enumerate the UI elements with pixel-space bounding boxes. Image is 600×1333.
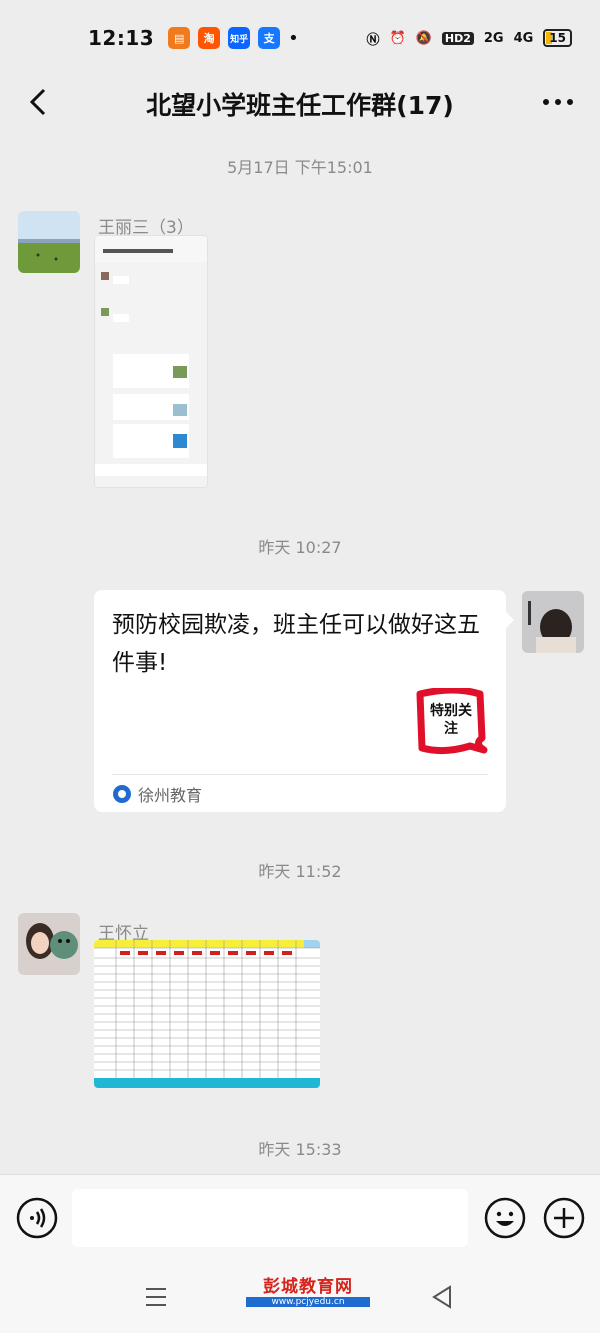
mute-icon: 🔕 (415, 30, 432, 46)
chat-header: 北望小学班主任工作群(17) (0, 76, 600, 132)
source-logo-icon (113, 785, 131, 803)
more-notifications-icon: • (288, 27, 299, 49)
input-bar (0, 1174, 600, 1260)
back-button[interactable] (20, 82, 60, 122)
voice-button[interactable] (16, 1197, 58, 1239)
emoji-button[interactable] (484, 1197, 526, 1239)
more-button[interactable] (538, 82, 578, 122)
article-source: 徐州教育 (112, 782, 202, 806)
chat-screenshot-thumbnail (95, 236, 207, 487)
article-card[interactable]: 预防校园欺凌，班主任可以做好这五件事! 特别关注 徐州教育 (94, 590, 514, 812)
avatar[interactable] (18, 913, 80, 975)
image-message-spreadsheet[interactable] (94, 940, 320, 1088)
message-input[interactable] (72, 1189, 468, 1247)
image-message-screenshot[interactable] (94, 235, 208, 488)
nfc-icon: Ⓝ (366, 32, 380, 48)
spreadsheet-thumbnail (94, 940, 320, 1088)
battery-icon: 15 (543, 29, 572, 47)
special-attention-badge: 特别关注 (414, 686, 488, 758)
my-avatar[interactable] (522, 591, 584, 653)
menu-nav-button[interactable] (144, 1286, 168, 1312)
zhihu-icon: 知乎 (228, 27, 251, 49)
signal-4g: 4G (513, 30, 534, 46)
alipay-icon: 支 (258, 27, 281, 49)
avatar-girl-image (18, 913, 80, 975)
avatar[interactable] (18, 211, 80, 273)
system-navigation: 彭城教育网 www.pcjyedu.cn (0, 1260, 600, 1333)
alarm-icon: ⏰ (389, 30, 406, 46)
message-timestamp: 昨天 11:52 (258, 862, 342, 881)
triangle-back-icon (432, 1285, 451, 1309)
watermark: 彭城教育网 www.pcjyedu.cn (246, 1272, 370, 1307)
watermark-title: 彭城教育网 (263, 1277, 353, 1297)
chat-title: 北望小学班主任工作群(17) (146, 91, 454, 120)
taobao-icon: 淘 (198, 27, 221, 49)
article-title: 预防校园欺凌，班主任可以做好这五件事! (112, 612, 480, 676)
menu-icon (146, 1288, 166, 1306)
battery-level: 15 (549, 31, 566, 45)
shop-app-icon: ▤ (168, 27, 191, 49)
card-divider (112, 774, 488, 775)
status-app-icons: ▤ 淘 知乎 支 • (168, 27, 299, 49)
status-time: 12:13 (88, 26, 155, 50)
badge-text: 特别关注 (430, 703, 472, 737)
message-timestamp: 昨天 10:27 (258, 538, 342, 557)
status-bar: 12:13 ▤ 淘 知乎 支 • Ⓝ ⏰ 🔕 HD2 2G 4G 15 (0, 0, 600, 76)
status-indicators: Ⓝ ⏰ 🔕 HD2 2G 4G 15 (366, 29, 572, 48)
hd-icon: HD2 (441, 31, 474, 45)
voice-icon (16, 1197, 58, 1239)
avatar-grassland-image (18, 211, 80, 273)
message-timestamp: 5月17日 下午15:01 (227, 158, 373, 177)
source-name: 徐州教育 (138, 786, 203, 805)
back-nav-button[interactable] (430, 1284, 454, 1314)
avatar-person-image (522, 591, 584, 653)
watermark-url: www.pcjyedu.cn (246, 1297, 370, 1307)
signal-2g: 2G (483, 30, 504, 46)
emoji-icon (484, 1197, 526, 1239)
plus-icon (543, 1197, 585, 1239)
message-timestamp: 昨天 15:33 (258, 1140, 342, 1159)
add-button[interactable] (543, 1197, 585, 1239)
more-icon (543, 99, 573, 105)
chevron-left-icon (29, 88, 46, 116)
